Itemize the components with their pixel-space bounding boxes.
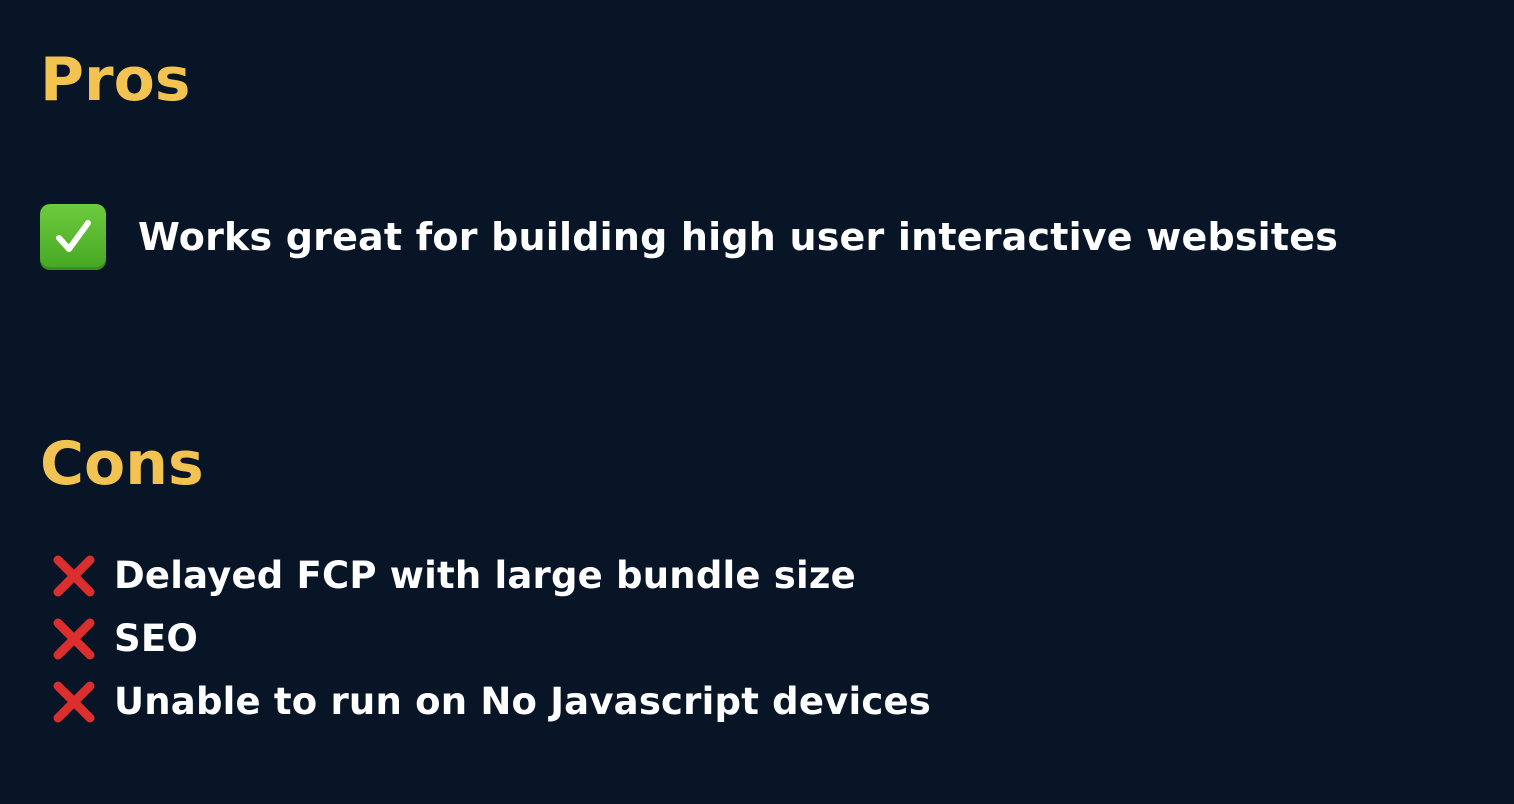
- pros-heading: Pros: [40, 45, 191, 115]
- cons-heading: Cons: [40, 429, 204, 499]
- con-item-text: Delayed FCP with large bundle size: [114, 554, 856, 597]
- cons-list: Delayed FCP with large bundle size SEO U…: [50, 544, 931, 733]
- con-item: Unable to run on No Javascript devices: [50, 670, 931, 733]
- cross-mark-icon: [50, 678, 98, 726]
- con-item-text: SEO: [114, 617, 198, 660]
- con-item: SEO: [50, 607, 931, 670]
- cross-mark-icon: [50, 615, 98, 663]
- con-item: Delayed FCP with large bundle size: [50, 544, 931, 607]
- cross-mark-icon: [50, 552, 98, 600]
- con-item-text: Unable to run on No Javascript devices: [114, 680, 931, 723]
- pro-item: Works great for building high user inter…: [40, 204, 1338, 270]
- check-mark-button-icon: [40, 204, 106, 270]
- pro-item-text: Works great for building high user inter…: [138, 215, 1339, 259]
